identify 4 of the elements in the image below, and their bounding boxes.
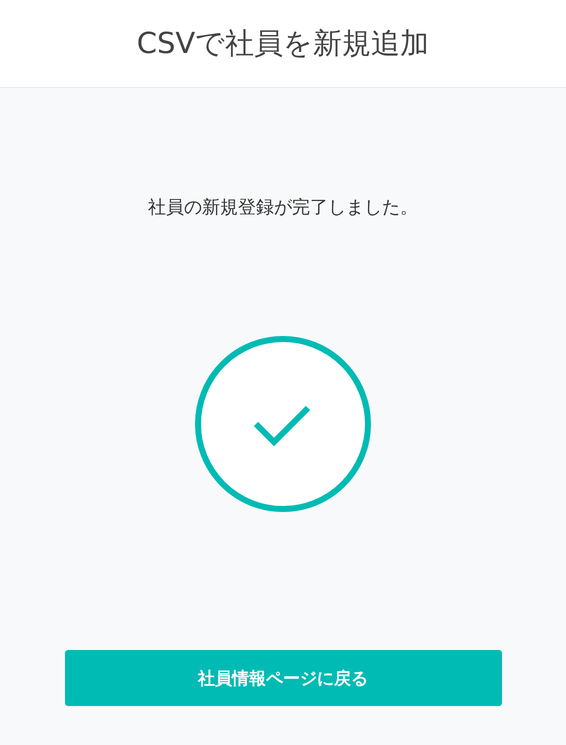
check-circle-icon (194, 335, 372, 513)
completion-message: 社員の新規登録が完了しました。 (148, 196, 418, 219)
back-button[interactable]: 社員情報ページに戻る (64, 650, 502, 706)
page-title: CSVで社員を新規追加 (136, 24, 430, 62)
